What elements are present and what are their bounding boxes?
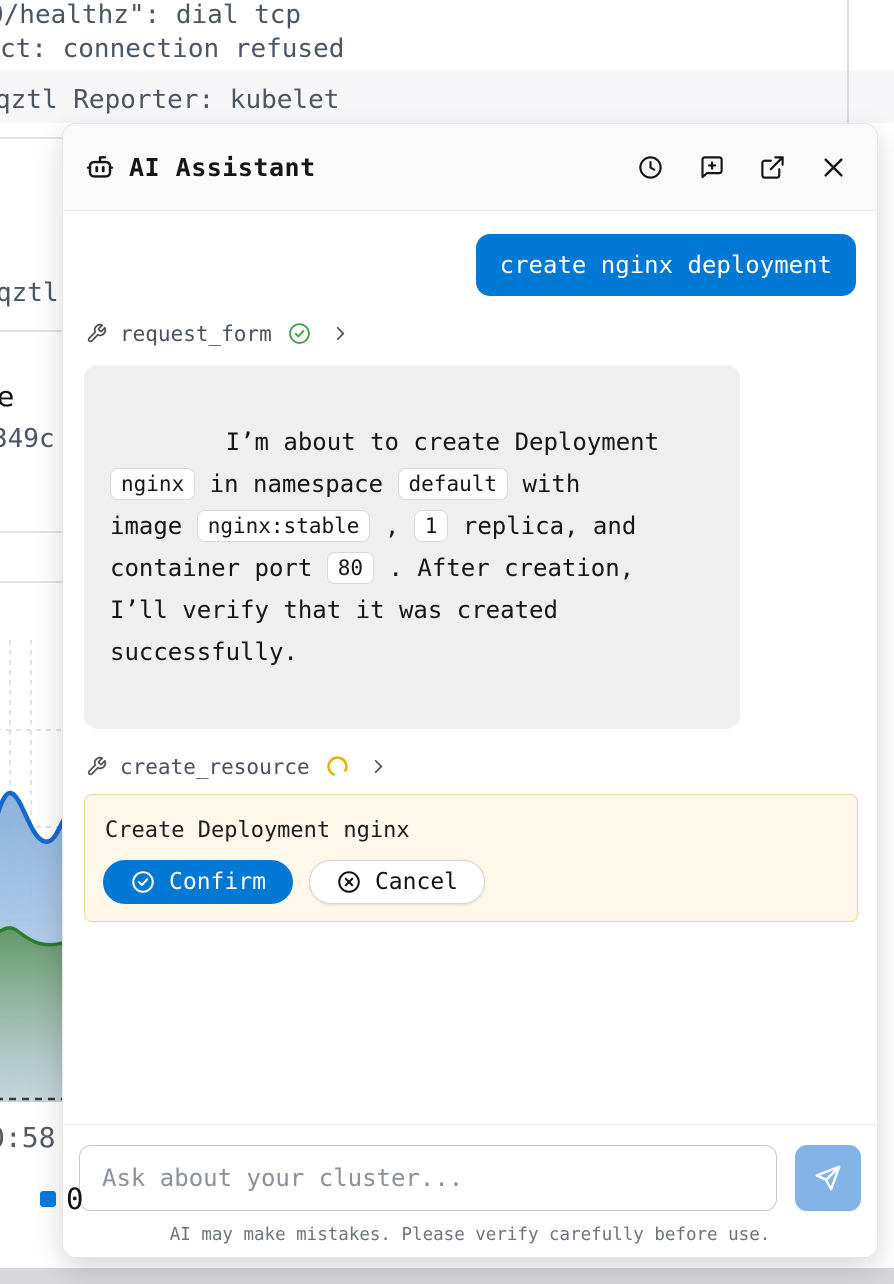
assistant-message-text: I’m about to create Deployment nginx in … xyxy=(110,428,659,666)
background-fragment-qztl: qztl xyxy=(0,278,59,308)
background-divider xyxy=(0,137,62,139)
inline-code-chip: default xyxy=(398,468,509,500)
background-bottom-band xyxy=(0,1268,894,1284)
close-icon xyxy=(820,154,847,181)
success-check-icon xyxy=(287,321,312,346)
inline-code-chip: 80 xyxy=(327,552,374,584)
confirm-button-label: Confirm xyxy=(169,869,266,895)
wrench-icon xyxy=(86,756,107,777)
clock-icon xyxy=(637,154,664,181)
cancel-button-label: Cancel xyxy=(375,869,458,895)
tool-call-create-resource[interactable]: create_resource xyxy=(86,754,856,779)
background-vertical-divider xyxy=(847,0,849,123)
tool-name: create_resource xyxy=(120,755,310,779)
background-divider xyxy=(0,531,62,533)
inline-code-chip: 1 xyxy=(414,510,449,542)
chat-plus-icon xyxy=(698,154,725,181)
header-actions xyxy=(637,154,847,181)
background-fragment-e: e xyxy=(0,380,14,413)
background-chart-legend: 0 xyxy=(40,1182,83,1216)
panel-footer: AI may make mistakes. Please verify care… xyxy=(63,1124,877,1257)
background-log-line-3: qztl Reporter: kubelet xyxy=(0,85,339,115)
ai-disclaimer: AI may make mistakes. Please verify care… xyxy=(79,1225,861,1245)
message-text-segment: I’m about to create Deployment xyxy=(226,428,659,456)
background-fragment-349c: 349c xyxy=(0,424,55,454)
assistant-message-card: I’m about to create Deployment nginx in … xyxy=(84,365,740,729)
paper-plane-icon xyxy=(813,1163,843,1193)
panel-header: AI Assistant xyxy=(63,124,877,211)
cancel-button[interactable]: Cancel xyxy=(309,860,485,904)
legend-swatch-blue xyxy=(40,1191,56,1207)
prompt-input-row xyxy=(79,1145,861,1211)
confirmation-buttons: Confirm Cancel xyxy=(103,860,839,904)
background-log-line-1: 0/healthz": dial tcp xyxy=(0,0,301,30)
legend-value: 0 xyxy=(66,1182,83,1216)
confirm-button[interactable]: Confirm xyxy=(103,860,293,904)
confirmation-title: Create Deployment nginx xyxy=(105,818,839,843)
close-button[interactable] xyxy=(820,154,847,181)
tool-name: request_form xyxy=(120,322,272,346)
background-metrics-chart xyxy=(0,582,65,1102)
chat-area: create nginx deployment request_form xyxy=(63,211,877,1124)
ai-assistant-panel: AI Assistant xyxy=(62,123,878,1258)
inline-code-chip: nginx:stable xyxy=(197,510,371,542)
user-message-bubble: create nginx deployment xyxy=(476,234,856,296)
inline-code-chip: nginx xyxy=(110,468,195,500)
send-button[interactable] xyxy=(795,1145,861,1211)
open-external-button[interactable] xyxy=(759,154,786,181)
check-circle-icon xyxy=(130,869,156,895)
tool-call-request-form[interactable]: request_form xyxy=(86,321,856,346)
new-chat-button[interactable] xyxy=(698,154,725,181)
background-axis-time-label: 0:58 xyxy=(0,1121,55,1154)
message-text-segment: , xyxy=(370,512,413,540)
background-log-line-2: ct: connection refused xyxy=(0,34,344,64)
confirmation-card: Create Deployment nginx Confirm xyxy=(84,794,858,922)
pending-spinner-icon xyxy=(325,754,350,779)
chevron-right-icon xyxy=(370,758,387,775)
external-link-icon xyxy=(759,154,786,181)
message-text-segment: in namespace xyxy=(195,470,397,498)
chevron-right-icon xyxy=(332,325,349,342)
panel-title: AI Assistant xyxy=(129,153,316,182)
prompt-input[interactable] xyxy=(79,1145,777,1211)
screen: 0/healthz": dial tcp ct: connection refu… xyxy=(0,0,894,1284)
robot-icon xyxy=(85,152,115,182)
wrench-icon xyxy=(86,323,107,344)
background-divider xyxy=(0,330,62,332)
x-circle-icon xyxy=(336,869,362,895)
history-button[interactable] xyxy=(637,154,664,181)
